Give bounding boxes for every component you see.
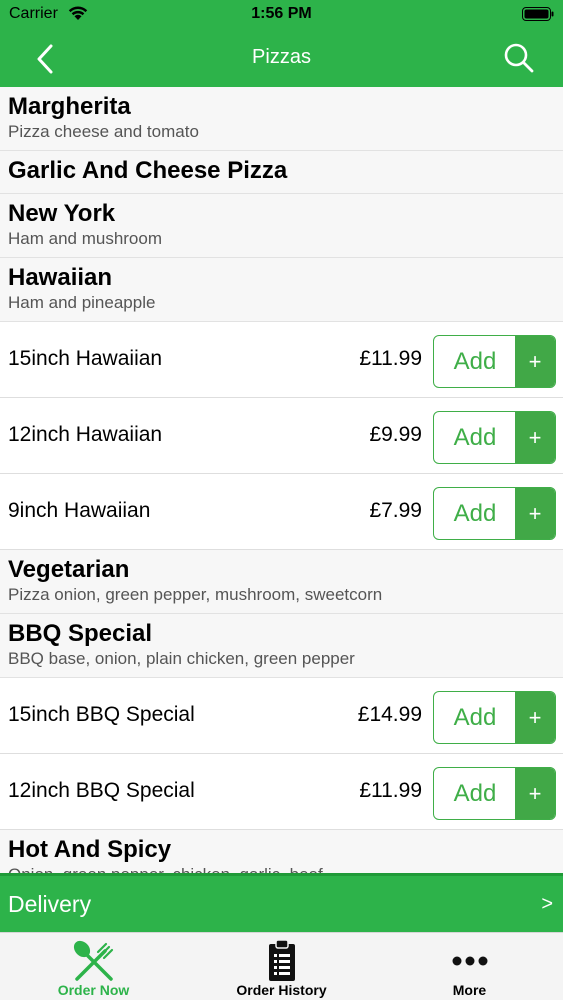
category-description: Pizza onion, green pepper, mushroom, swe… [8, 585, 383, 604]
menu-item-row: 9inch Hawaiian £7.99 Add + [0, 474, 563, 550]
plus-icon: + [515, 488, 555, 539]
menu-list[interactable]: Margherita Pizza cheese and tomato Garli… [0, 87, 563, 873]
item-name: 15inch Hawaiian [8, 347, 163, 370]
search-icon [504, 43, 534, 73]
category-name: BBQ Special [8, 620, 153, 647]
add-label: Add [453, 780, 497, 807]
category-description: Pizza cheese and tomato [8, 122, 199, 141]
item-name: 15inch BBQ Special [8, 703, 195, 726]
fork-knife-icon [73, 940, 113, 981]
category-name: Hot And Spicy [8, 836, 172, 863]
item-price: £9.99 [369, 423, 422, 446]
add-to-order-button[interactable]: Add + [433, 691, 556, 744]
tab-label: More [452, 982, 487, 998]
tab-more[interactable]: More [376, 933, 563, 1001]
item-price: £7.99 [369, 499, 422, 522]
menu-item-row: 12inch BBQ Special £11.99 Add + [0, 754, 563, 830]
add-label: Add [453, 500, 497, 527]
item-price: £14.99 [357, 703, 422, 726]
category-name: Hawaiian [8, 264, 113, 291]
plus-icon: + [515, 768, 555, 819]
category-name: Margherita [8, 93, 131, 120]
nav-bar: Pizzas [0, 30, 563, 87]
battery-icon [522, 7, 554, 21]
category-row[interactable]: Vegetarian Pizza onion, green pepper, mu… [0, 550, 563, 614]
more-dots-icon [452, 956, 487, 966]
plus-icon: + [515, 336, 555, 387]
delivery-label: Delivery [8, 891, 92, 917]
status-bar: Carrier 1:56 PM [0, 0, 563, 30]
page-title: Pizzas [252, 46, 311, 68]
delivery-bar[interactable]: Delivery > [0, 873, 563, 932]
item-name: 12inch BBQ Special [8, 779, 195, 802]
category-description: Onion, green pepper, chicken, garlic, be… [8, 865, 555, 873]
category-row[interactable]: Margherita Pizza cheese and tomato [0, 87, 563, 151]
plus-icon: + [515, 412, 555, 463]
category-row[interactable]: Hawaiian Ham and pineapple [0, 258, 563, 322]
category-name: Garlic And Cheese Pizza [8, 157, 288, 184]
category-row[interactable]: Garlic And Cheese Pizza [0, 151, 563, 194]
add-label: Add [453, 348, 497, 375]
item-name: 9inch Hawaiian [8, 499, 151, 522]
plus-icon: + [515, 692, 555, 743]
add-to-order-button[interactable]: Add + [433, 487, 556, 540]
menu-item-row: 15inch BBQ Special £14.99 Add + [0, 678, 563, 754]
tab-order-now[interactable]: Order Now [0, 933, 187, 1001]
add-label: Add [453, 424, 497, 451]
category-name: Vegetarian [8, 556, 130, 583]
menu-item-row: 12inch Hawaiian £9.99 Add + [0, 398, 563, 474]
add-to-order-button[interactable]: Add + [433, 411, 556, 464]
add-to-order-button[interactable]: Add + [433, 335, 556, 388]
tab-bar: Order Now Order History More [0, 932, 563, 1000]
tab-label: Order Now [57, 982, 130, 998]
category-description: Ham and pineapple [8, 293, 156, 312]
item-price: £11.99 [359, 347, 422, 370]
category-name: New York [8, 200, 116, 227]
chevron-right-icon: > [541, 893, 553, 915]
category-row[interactable]: Hot And Spicy Onion, green pepper, chick… [0, 830, 563, 873]
clipboard-list-icon [268, 939, 295, 981]
add-to-order-button[interactable]: Add + [433, 767, 556, 820]
menu-item-row: 15inch Hawaiian £11.99 Add + [0, 322, 563, 398]
item-price: £11.99 [359, 779, 422, 802]
category-description: Ham and mushroom [8, 229, 163, 248]
category-row[interactable]: New York Ham and mushroom [0, 194, 563, 258]
category-row[interactable]: BBQ Special BBQ base, onion, plain chick… [0, 614, 563, 678]
tab-label: Order History [236, 982, 327, 998]
tab-order-history[interactable]: Order History [188, 933, 375, 1001]
status-time: 1:56 PM [251, 5, 312, 22]
add-label: Add [453, 704, 497, 731]
category-description: BBQ base, onion, plain chicken, green pe… [8, 649, 355, 668]
item-name: 12inch Hawaiian [8, 423, 163, 446]
search-button[interactable] [503, 42, 535, 74]
